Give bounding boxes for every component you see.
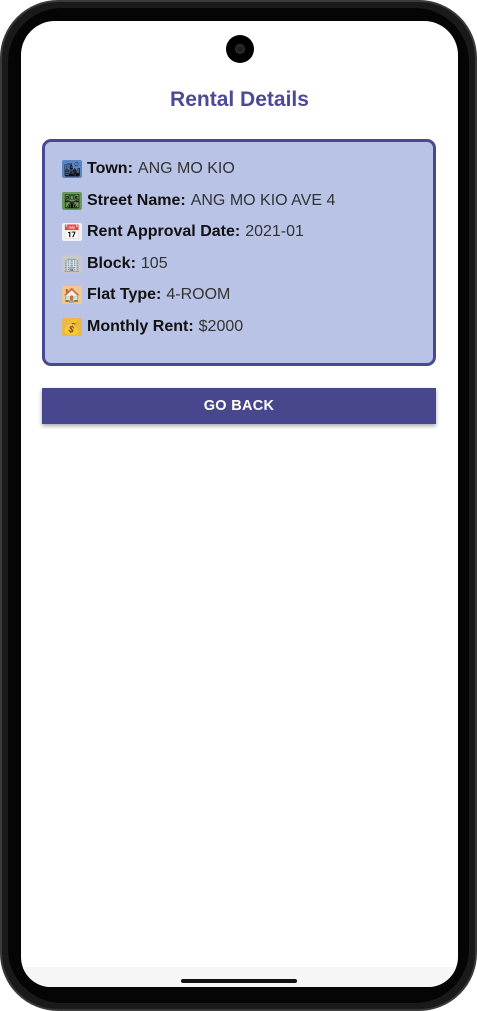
phone-frame: Rental Details 🏙 Town: ANG MO KIO 🛣 Stre…: [0, 0, 477, 1011]
camera-lens: [235, 44, 245, 54]
town-label: Town:: [87, 160, 133, 177]
home-indicator[interactable]: [181, 979, 297, 983]
calendar-icon: 📅: [62, 223, 82, 242]
go-back-button[interactable]: GO BACK: [42, 388, 436, 424]
app-screen: Rental Details 🏙 Town: ANG MO KIO 🛣 Stre…: [21, 21, 458, 987]
flat-type-label: Flat Type:: [87, 286, 162, 304]
page-title: Rental Details: [170, 88, 309, 111]
office-building-icon: 🏢: [62, 254, 82, 273]
monthly-rent-value: $2000: [198, 317, 244, 335]
town-value: ANG MO KIO: [137, 160, 235, 177]
block-value: 105: [140, 254, 168, 272]
detail-row-flat-type: 🏠 Flat Type: 4-ROOM: [62, 286, 433, 318]
rent-approval-date-value: 2021-01: [245, 223, 304, 241]
detail-row-street-name: 🛣 Street Name: ANG MO KIO AVE 4: [62, 191, 433, 224]
navigation-bar: [21, 967, 458, 987]
monthly-rent-label: Monthly Rent:: [87, 317, 194, 335]
detail-row-rent-approval-date: 📅 Rent Approval Date: 2021-01: [62, 223, 433, 255]
street-name-label: Street Name:: [87, 191, 186, 209]
road-icon: 🛣: [62, 191, 82, 210]
detail-row-monthly-rent: 💰 Monthly Rent: $2000: [62, 317, 433, 350]
block-label: Block:: [87, 254, 136, 272]
detail-row-block: 🏢 Block: 105: [62, 254, 433, 287]
rental-details-card: 🏙 Town: ANG MO KIO 🛣 Street Name: ANG MO…: [42, 139, 436, 366]
house-icon: 🏠: [62, 286, 82, 305]
rent-approval-date-label: Rent Approval Date:: [87, 223, 241, 241]
front-camera: [226, 35, 254, 63]
cityscape-icon: 🏙: [62, 160, 82, 178]
flat-type-value: 4-ROOM: [166, 286, 231, 304]
money-bag-icon: 💰: [62, 317, 82, 336]
detail-row-town: 🏙 Town: ANG MO KIO: [62, 160, 433, 192]
street-name-value: ANG MO KIO AVE 4: [190, 191, 336, 209]
